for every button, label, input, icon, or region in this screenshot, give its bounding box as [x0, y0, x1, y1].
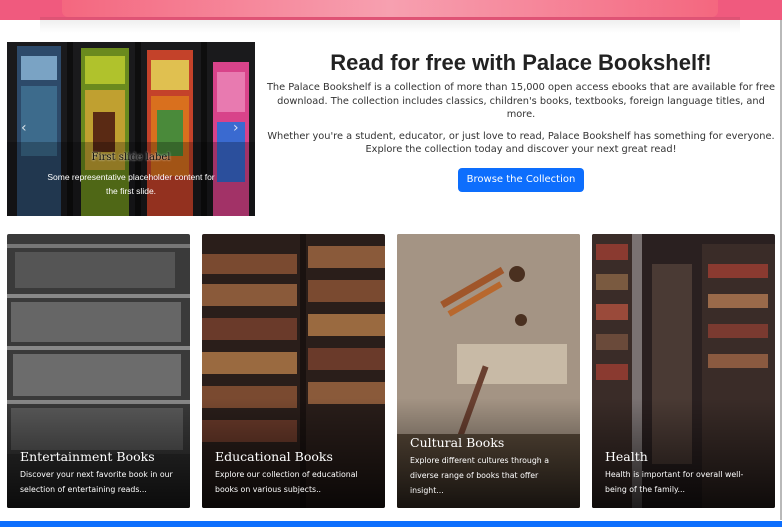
category-card-entertainment[interactable]: Entertainment Books Discover your next f…: [7, 234, 190, 508]
carousel[interactable]: ‹ › First slide label Some representativ…: [7, 42, 255, 216]
card-title: Entertainment Books: [20, 449, 155, 464]
card-text: Explore our collection of educational bo…: [215, 470, 358, 494]
banner-strip: [62, 0, 718, 17]
category-card-health[interactable]: Health Health is important for overall w…: [592, 234, 775, 508]
hero-paragraph-2: Whether you're a student, educator, or j…: [267, 130, 775, 156]
top-banner: [0, 0, 782, 33]
banner-shadow: [40, 17, 740, 33]
card-text: Discover your next favorite book in our …: [20, 470, 173, 494]
bottom-bar: [0, 521, 782, 527]
card-text: Explore different cultures through a div…: [410, 456, 549, 495]
category-card-cultural[interactable]: Cultural Books Explore different culture…: [397, 234, 580, 508]
hero-section: Read for free with Palace Bookshelf! The…: [262, 50, 780, 192]
carousel-caption-title: First slide label: [91, 152, 171, 163]
browse-collection-button[interactable]: Browse the Collection: [457, 167, 585, 192]
hero-title: Read for free with Palace Bookshelf!: [330, 50, 712, 75]
card-title: Health: [605, 449, 648, 464]
card-title: Educational Books: [215, 449, 333, 464]
card-text: Health is important for overall well-bei…: [605, 470, 744, 494]
card-title: Cultural Books: [410, 435, 505, 450]
chevron-left-icon[interactable]: ‹: [21, 120, 27, 136]
chevron-right-icon[interactable]: ›: [233, 120, 239, 136]
carousel-caption-text: Some representative placeholder content …: [47, 172, 215, 196]
category-card-educational[interactable]: Educational Books Explore our collection…: [202, 234, 385, 508]
hero-paragraph-1: The Palace Bookshelf is a collection of …: [266, 82, 776, 120]
